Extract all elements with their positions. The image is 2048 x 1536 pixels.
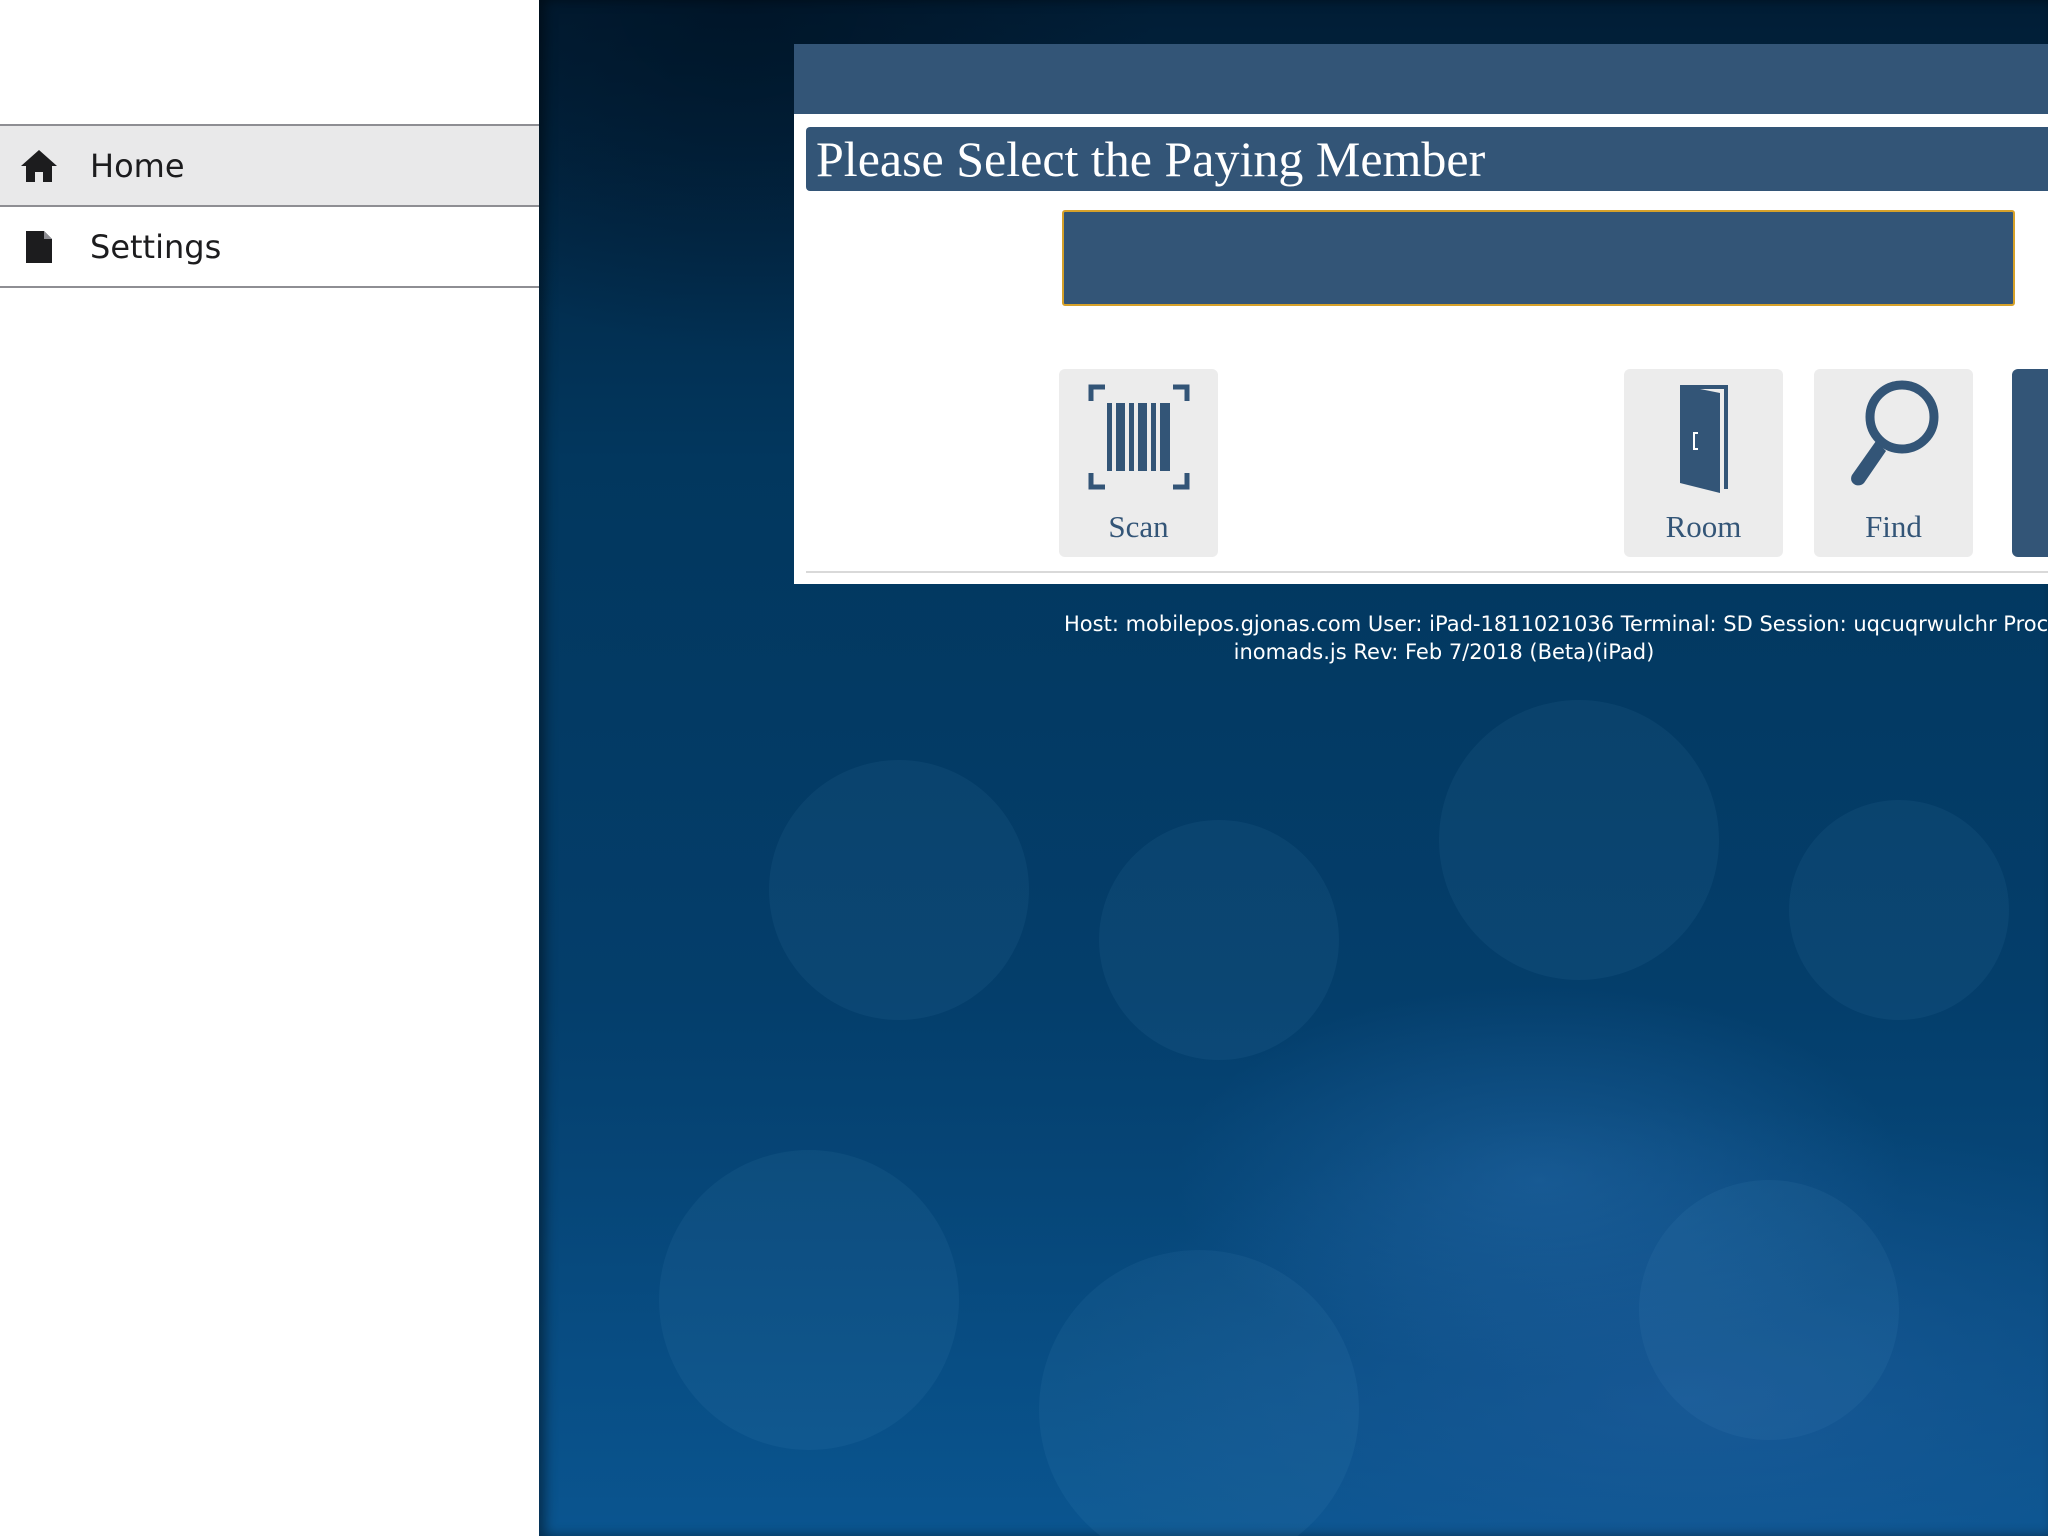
room-button[interactable]: Room	[1624, 369, 1783, 557]
page-title: Please Select the Paying Member	[806, 127, 2048, 191]
background-bokeh	[1439, 700, 1719, 980]
document-icon	[20, 228, 58, 266]
barcode-scan-icon	[1059, 377, 1218, 497]
find-button-label: Find	[1865, 509, 1922, 544]
sidebar-item-label: Home	[90, 146, 185, 185]
ok-button[interactable]: OK	[2012, 369, 2048, 557]
find-button[interactable]: Find	[1814, 369, 1973, 557]
main-content: Please Select the Paying Member Scan Roo…	[539, 0, 2048, 1536]
session-info-revision: inomads.js Rev: Feb 7/2018 (Beta)(iPad)	[1233, 640, 1655, 664]
background-bokeh	[1099, 820, 1339, 1060]
member-search-input[interactable]	[1062, 210, 2015, 306]
background-bokeh	[1039, 1250, 1359, 1536]
door-icon	[1624, 377, 1783, 497]
sidebar-item-label: Settings	[90, 227, 222, 266]
background-bokeh	[659, 1150, 959, 1450]
sidebar-item-home[interactable]: Home	[0, 126, 539, 207]
home-icon	[20, 147, 58, 185]
background-bokeh	[1789, 800, 2009, 1020]
panel-divider	[806, 571, 2048, 573]
session-info-host: Host: mobilepos.gjonas.com User: iPad-18…	[1064, 612, 2048, 636]
scan-button[interactable]: Scan	[1059, 369, 1218, 557]
room-button-label: Room	[1665, 509, 1742, 544]
page-title-text: Please Select the Paying Member	[816, 131, 1486, 187]
scan-button-label: Scan	[1108, 509, 1169, 544]
member-select-panel: Please Select the Paying Member Scan Roo…	[794, 44, 2048, 584]
sidebar-header	[0, 0, 539, 126]
sidebar: Home Settings	[0, 0, 539, 1536]
panel-header-bar	[794, 44, 2048, 114]
background-bokeh	[769, 760, 1029, 1020]
background-bokeh	[1639, 1180, 1899, 1440]
sidebar-item-settings[interactable]: Settings	[0, 207, 539, 288]
magnifier-icon	[1814, 377, 1973, 497]
